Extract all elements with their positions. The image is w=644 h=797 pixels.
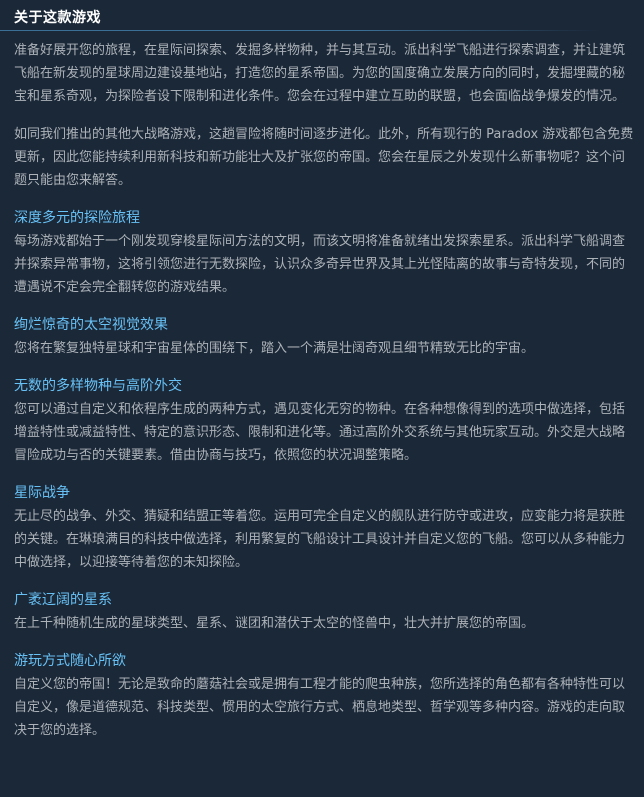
feature-title: 绚烂惊奇的太空视觉效果: [14, 317, 168, 333]
feature-title: 游玩方式随心所欲: [14, 653, 126, 669]
intro-paragraph-1: 准备好展开您的旅程，在星际间探索、发掘多样物种，并与其互动。派出科学飞船进行探索…: [14, 43, 626, 104]
feature-body: 在上千种随机生成的星球类型、星系、谜团和潜伏于太空的怪兽中，壮大并扩展您的帝国。: [14, 616, 535, 631]
about-game-title: 关于这款游戏: [14, 10, 101, 26]
feature-body: 无止尽的战争、外交、猜疑和结盟正等着您。运用可完全自定义的舰队进行防守或进攻，应…: [14, 509, 626, 570]
game-description: 准备好展开您的旅程，在星际间探索、发掘多样物种，并与其互动。派出科学飞船进行探索…: [14, 39, 634, 742]
feature-title: 无数的多样物种与高阶外交: [14, 378, 182, 394]
intro-paragraph-2: 如同我们推出的其他大战略游戏，这趟冒险将随时间逐步进化。此外，所有现行的 Par…: [14, 127, 634, 188]
feature-section-warfare: 星际战争 无止尽的战争、外交、猜疑和结盟正等着您。运用可完全自定义的舰队进行防守…: [14, 483, 634, 574]
feature-title: 深度多元的探险旅程: [14, 210, 140, 226]
feature-body: 您可以通过自定义和依程序生成的两种方式，遇见变化无穷的物种。在各种想像得到的选项…: [14, 402, 626, 463]
heading-divider: [0, 30, 600, 31]
feature-section-exploration: 深度多元的探险旅程 每场游戏都始于一个刚发现穿梭星际间方法的文明，而该文明将准备…: [14, 208, 634, 299]
feature-section-galaxy: 广袤辽阔的星系 在上千种随机生成的星球类型、星系、谜团和潜伏于太空的怪兽中，壮大…: [14, 590, 634, 635]
feature-body: 自定义您的帝国！无论是致命的蘑菇社会或是拥有工程才能的爬虫种族，您所选择的角色都…: [14, 677, 626, 738]
feature-title: 星际战争: [14, 485, 70, 501]
feature-title: 广袤辽阔的星系: [14, 592, 112, 608]
about-game-heading: 关于这款游戏: [14, 0, 630, 30]
about-game-panel: 关于这款游戏 准备好展开您的旅程，在星际间探索、发掘多样物种，并与其互动。派出科…: [0, 0, 644, 797]
feature-section-visuals: 绚烂惊奇的太空视觉效果 您将在繁复独特星球和宇宙星体的围绕下，踏入一个满是壮阔奇…: [14, 315, 634, 360]
feature-body: 您将在繁复独特星球和宇宙星体的围绕下，踏入一个满是壮阔奇观且细节精致无比的宇宙。: [14, 341, 535, 356]
feature-section-species-diplomacy: 无数的多样物种与高阶外交 您可以通过自定义和依程序生成的两种方式，遇见变化无穷的…: [14, 376, 634, 467]
feature-body: 每场游戏都始于一个刚发现穿梭星际间方法的文明，而该文明将准备就绪出发探索星系。派…: [14, 234, 626, 295]
feature-section-playstyle: 游玩方式随心所欲 自定义您的帝国！无论是致命的蘑菇社会或是拥有工程才能的爬虫种族…: [14, 651, 634, 742]
